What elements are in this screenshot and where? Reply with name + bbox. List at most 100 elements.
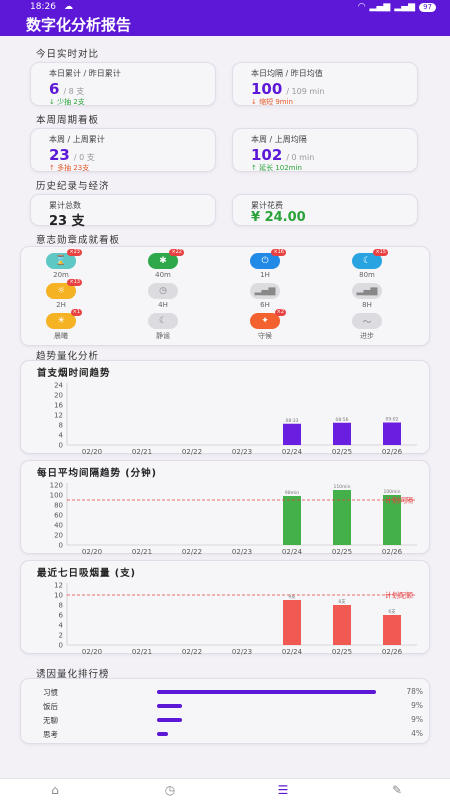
x-tick-label: 02/25 [332, 448, 352, 455]
y-tick-label: 0 [59, 442, 63, 450]
badge-glyph: ☀ [56, 316, 66, 326]
reference-label: 计划配额 [385, 591, 413, 600]
nav-home-icon[interactable]: ⌂ [30, 779, 80, 800]
today-count-card: 本日累计 / 昨日累计 6/ 8 支 ↓ 少抽 2支 [30, 62, 216, 106]
signal-icon: ▂▄▆ [369, 2, 391, 12]
badge-2[interactable]: ⏻ ×16 1H [235, 249, 295, 285]
timer-icon: ⏻ ×16 [250, 249, 286, 269]
y-tick-label: 0 [59, 542, 63, 550]
avg-interval-chart-svg: 0 20 40 60 80 100 120 02/20 02/21 02/22 02/23 02/24… [50, 482, 417, 555]
bar [383, 615, 401, 645]
badge-label: 静谧 [156, 332, 170, 340]
y-tick-label: 2 [59, 632, 63, 640]
ranking-bar [157, 690, 377, 694]
ranking-name: 饭后 [43, 702, 58, 711]
badge-count: ×16 [271, 249, 286, 256]
week-interval-label: 本周 / 上周均隔 [251, 135, 307, 144]
bar-data-label: 9支 [288, 593, 296, 600]
badge-glyph: ⌛ [55, 256, 67, 266]
bar [283, 496, 301, 545]
nav-history-icon[interactable]: ◷ [145, 779, 195, 800]
badge-6[interactable]: ▂▄▆ 6H [235, 283, 295, 315]
bar [333, 605, 351, 645]
y-tick-label: 120 [50, 482, 63, 490]
badge-glyph: ▂▄▆ [356, 286, 378, 296]
trigger-ranking: 习惯 78% 饭后 9% 无聊 9% 思考 4% [20, 678, 430, 744]
sunrise-icon: ☀ ×1 [46, 309, 82, 329]
week-interval-card: 本周 / 上周均隔 102/ 0 min ↑ 延长 102min [232, 128, 418, 172]
y-tick-label: 8 [59, 422, 63, 430]
badge-10[interactable]: ✦ ×2 守候 [235, 309, 295, 345]
bar [333, 490, 351, 545]
bar [283, 600, 301, 645]
y-tick-label: 80 [54, 502, 63, 510]
badge-count: ×23 [67, 249, 82, 256]
x-tick-label: 02/22 [182, 548, 202, 555]
today-interval-value: 100 [251, 80, 283, 98]
ranking-row: 习惯 78% [43, 687, 423, 697]
bar [283, 423, 301, 445]
badge-9[interactable]: ☾ 静谧 [133, 313, 193, 345]
sun-icon: ☼ ×13 [46, 279, 82, 299]
ranking-bar [157, 732, 169, 736]
ranking-name: 无聊 [43, 716, 58, 725]
week-interval-value: 102 [251, 146, 283, 164]
x-tick-label: 02/26 [382, 648, 403, 655]
bar-data-label: 110min [333, 484, 350, 490]
bar [333, 422, 351, 445]
x-tick-label: 02/26 [382, 548, 403, 555]
notification-icon: ☁ [63, 2, 73, 12]
ranking-name: 习惯 [43, 688, 58, 697]
y-tick-label: 12 [54, 412, 63, 420]
x-tick-label: 02/25 [332, 648, 352, 655]
y-tick-label: 100 [50, 492, 63, 500]
badge-4[interactable]: ☼ ×13 2H [31, 279, 91, 315]
x-tick-label: 02/26 [382, 448, 403, 455]
report-content[interactable]: 今日实时对比 本日累计 / 昨日累计 6/ 8 支 ↓ 少抽 2支 本日均隔 /… [0, 36, 450, 778]
badge-3[interactable]: ☾ ×15 80m [337, 249, 397, 285]
history-total-value: 23 支 [49, 214, 85, 229]
badge-glyph: ⏻ [261, 256, 269, 266]
week-count-value: 23 [49, 146, 70, 164]
y-tick-label: 20 [54, 532, 63, 540]
nav-settings-icon[interactable]: ✎ [372, 779, 422, 800]
y-tick-label: 8 [59, 602, 63, 610]
trend-icon: 〜 [352, 313, 382, 329]
week-count-unit: / 0 支 [73, 153, 95, 162]
bar-data-label: 09:02 [386, 417, 399, 423]
x-tick-label: 02/23 [232, 648, 252, 655]
badge-11[interactable]: 〜进步 [337, 313, 397, 345]
bar-data-label: 08:33 [286, 418, 299, 424]
badge-glyph: ◷ [159, 286, 167, 296]
wifi-icon: ◠ [357, 2, 366, 12]
clock-icon: ◷ [148, 283, 178, 299]
x-tick-label: 02/24 [282, 548, 303, 555]
today-interval-card: 本日均隔 / 昨日均值 100/ 109 min ↓ 缩短 9min [232, 62, 418, 106]
x-tick-label: 02/21 [132, 648, 152, 655]
hourglass-icon: ⌛ ×23 [46, 249, 82, 269]
today-count-diff: ↓ 少抽 2支 [49, 98, 85, 106]
badge-1[interactable]: ✱ ×22 40m [133, 249, 193, 285]
ranking-row: 无聊 9% [43, 715, 423, 725]
history-spend-card: 累计花费 ¥ 24.00 [232, 194, 418, 226]
nav-report-icon[interactable]: ☰ [258, 779, 308, 800]
daily-count-chart: 最近七日吸烟量 (支) 0 2 4 6 8 10 12 02/20 02/21 02/22 02/2… [20, 560, 430, 655]
history-icon: ◷ [164, 783, 176, 797]
today-interval-unit: / 109 min [286, 87, 325, 96]
x-tick-label: 02/22 [182, 448, 202, 455]
y-tick-label: 6 [59, 612, 64, 620]
badge-7[interactable]: ▂▄▆ 8H [337, 283, 397, 315]
x-tick-label: 02/20 [82, 648, 102, 655]
y-tick-label: 20 [54, 392, 63, 400]
y-tick-label: 10 [54, 592, 63, 600]
section-title-today: 今日实时对比 [36, 49, 100, 60]
badge-label: 6H [260, 301, 270, 309]
badge-0[interactable]: ⌛ ×23 20m [31, 249, 91, 285]
bar-data-label: 8支 [338, 598, 346, 605]
y-tick-label: 0 [59, 642, 63, 650]
x-tick-label: 02/20 [82, 448, 102, 455]
badge-8[interactable]: ☀ ×1 晨曦 [31, 309, 91, 345]
badge-count: ×1 [70, 309, 82, 316]
badge-5[interactable]: ◷ 4H [133, 283, 193, 315]
x-tick-label: 02/21 [132, 448, 152, 455]
